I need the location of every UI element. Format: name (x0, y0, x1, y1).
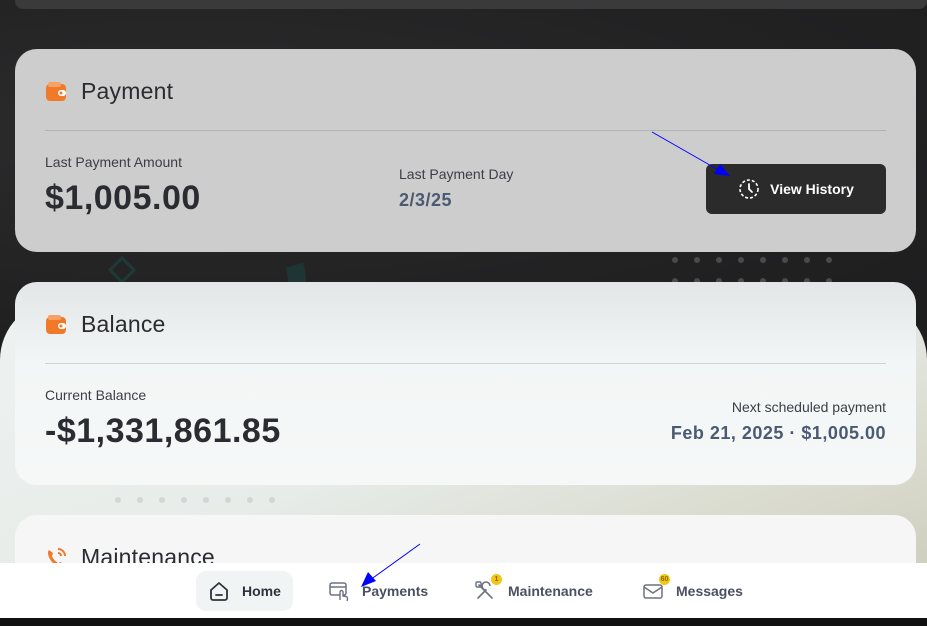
tab-maintenance-label: Maintenance (508, 583, 593, 599)
messages-badge: 60 (659, 574, 670, 585)
decorative-dots (672, 257, 832, 284)
tab-messages[interactable]: 60 Messages (630, 571, 755, 611)
tab-payments[interactable]: Payments (316, 571, 440, 611)
balance-card-title: Balance (81, 311, 166, 337)
last-payment-day-label: Last Payment Day (399, 166, 514, 182)
view-history-label: View History (770, 181, 854, 197)
last-payment-amount-label: Last Payment Amount (45, 154, 182, 170)
history-clock-icon (739, 179, 759, 199)
maintenance-badge: 1 (491, 574, 502, 585)
decorative-dots (115, 497, 275, 503)
wallet-icon (46, 81, 66, 101)
card-tap-icon (329, 582, 349, 602)
tab-home[interactable]: Home (196, 571, 293, 611)
home-icon (210, 582, 228, 601)
current-balance-label: Current Balance (45, 387, 147, 403)
tab-messages-label: Messages (676, 583, 743, 599)
top-card-edge (15, 0, 927, 9)
payment-card-title: Payment (81, 78, 174, 104)
wallet-icon (46, 314, 66, 334)
last-payment-amount: $1,005.00 (45, 179, 201, 217)
tab-maintenance[interactable]: 1 Maintenance (462, 571, 605, 611)
balance-card: Balance Current Balance -$1,331,861.85 N… (15, 282, 916, 485)
last-payment-day: 2/3/25 (399, 190, 453, 210)
current-balance-value: -$1,331,861.85 (45, 412, 281, 450)
next-payment-value: Feb 21, 2025 · $1,005.00 (670, 423, 886, 443)
tab-payments-label: Payments (362, 583, 429, 599)
bottom-tab-bar: Home Payments 1 Maintenance 60 Messages (0, 563, 927, 618)
next-payment-label: Next scheduled payment (731, 399, 886, 415)
payment-card-header: Payment (45, 78, 173, 105)
divider (45, 130, 886, 131)
payment-card: Payment Last Payment Amount $1,005.00 La… (15, 49, 916, 252)
view-history-button[interactable]: View History (706, 164, 886, 214)
bottom-edge (0, 618, 927, 626)
tab-home-label: Home (242, 583, 281, 599)
balance-card-header: Balance (45, 311, 166, 338)
divider (45, 363, 886, 364)
